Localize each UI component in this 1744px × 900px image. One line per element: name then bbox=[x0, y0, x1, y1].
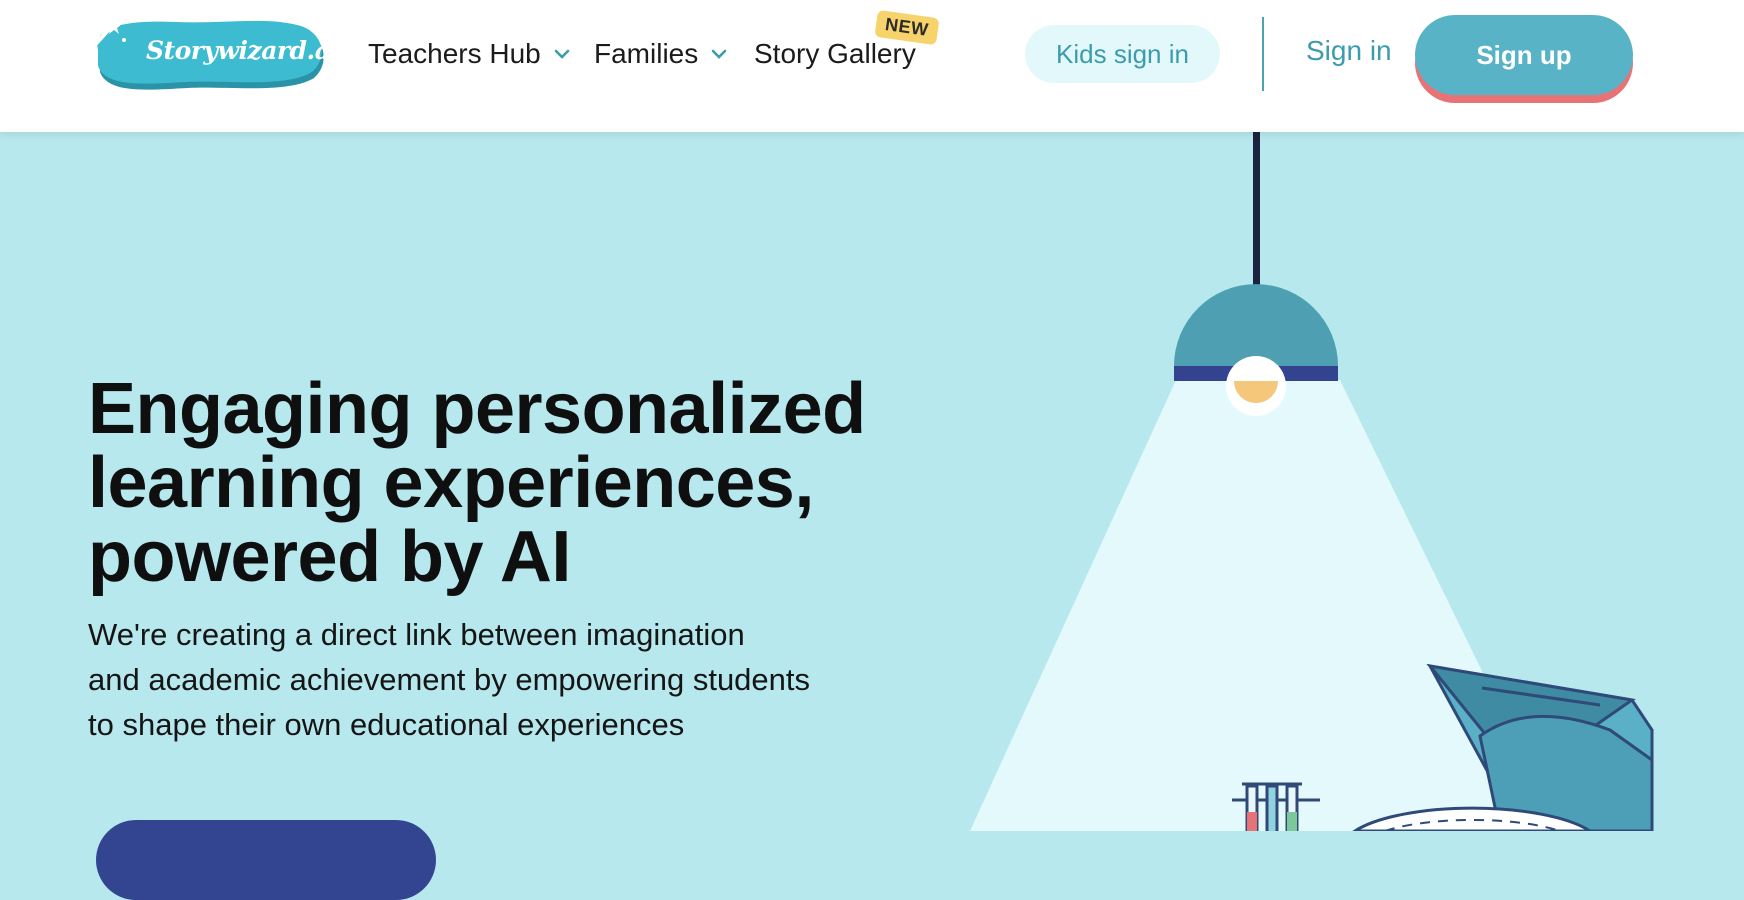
nav-teachers-hub-label: Teachers Hub bbox=[368, 38, 541, 69]
nav-teachers-hub[interactable]: Teachers Hub bbox=[368, 35, 571, 73]
signup-button-label: Sign up bbox=[1415, 15, 1633, 95]
nav-story-gallery-label: Story Gallery bbox=[754, 38, 916, 69]
chevron-down-icon bbox=[554, 49, 570, 59]
nav-families[interactable]: Families bbox=[594, 35, 728, 73]
logo[interactable]: Storywizard.ai bbox=[88, 16, 340, 94]
signup-button[interactable]: Sign up bbox=[1415, 15, 1633, 103]
chevron-down-icon bbox=[711, 49, 727, 59]
header-divider bbox=[1262, 17, 1264, 91]
nav-story-gallery[interactable]: Story Gallery bbox=[754, 35, 916, 73]
light-beam bbox=[970, 380, 1560, 831]
signin-link[interactable]: Sign in bbox=[1306, 35, 1392, 67]
kids-signin-button[interactable]: Kids sign in bbox=[1025, 25, 1220, 83]
lamp-shade bbox=[1174, 284, 1338, 366]
magic-wand-icon bbox=[90, 18, 126, 50]
hero-cta-button[interactable] bbox=[96, 820, 436, 900]
logo-text: Storywizard.ai bbox=[146, 36, 340, 65]
lamp-cord bbox=[1253, 132, 1260, 292]
nav-families-label: Families bbox=[594, 38, 699, 69]
site-header: Storywizard.ai Teachers Hub Families Sto… bbox=[0, 0, 1744, 132]
